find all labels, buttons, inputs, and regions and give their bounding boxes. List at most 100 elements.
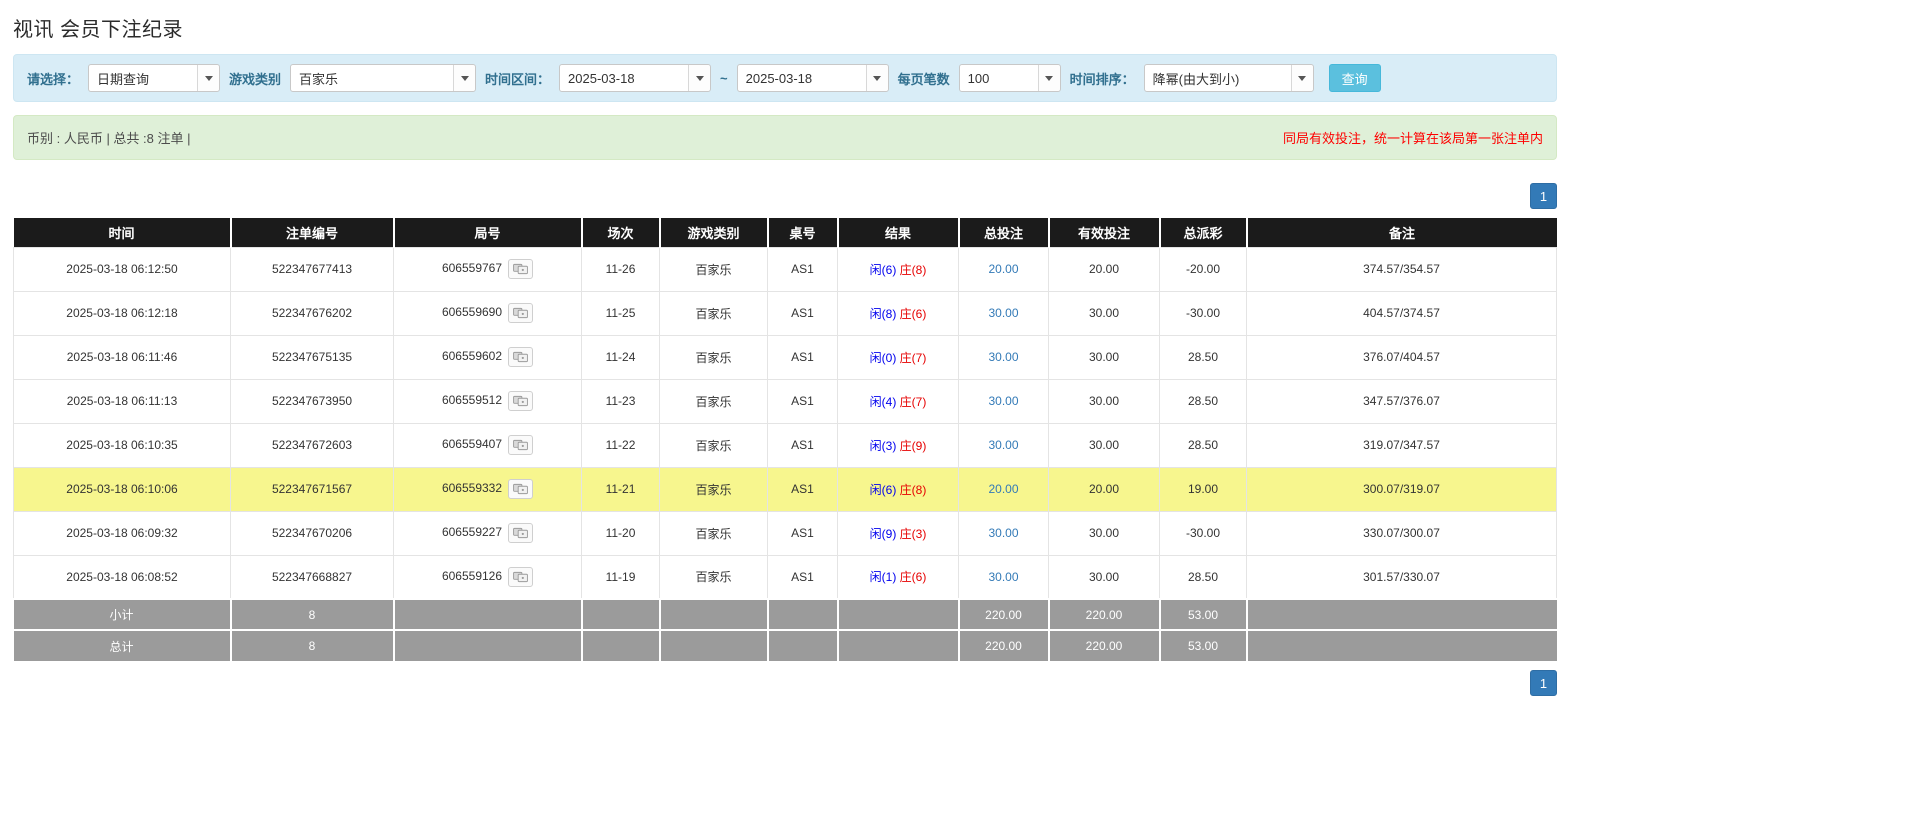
- total-bet-link[interactable]: 20.00: [988, 482, 1018, 496]
- round-id-text: 606559602: [441, 349, 503, 364]
- round-detail-button[interactable]: [508, 391, 534, 411]
- result-banker: 庄(8): [899, 262, 927, 277]
- summary-empty-cell: [581, 598, 661, 630]
- result-player: 闲(6): [869, 482, 897, 497]
- cell-result: 闲(6) 庄(8): [837, 246, 959, 292]
- summary-label: 总计: [13, 629, 232, 661]
- total-bet-link[interactable]: 30.00: [988, 570, 1018, 584]
- summary-valid-bet: 220.00: [1048, 598, 1161, 630]
- round-detail-button[interactable]: [508, 347, 534, 367]
- page-container: 视讯 会员下注纪录 请选择： 日期查询 游戏类别 百家乐 时间区间： 2025-…: [13, 13, 1557, 696]
- cell-game-type: 百家乐: [659, 422, 768, 468]
- summary-count: 8: [230, 598, 395, 630]
- cell-time: 2025-03-18 06:08:52: [13, 554, 231, 600]
- cell-round-id: 606559227: [393, 510, 582, 556]
- cell-result: 闲(3) 庄(9): [837, 422, 959, 468]
- cell-table-no: AS1: [767, 334, 838, 380]
- cell-game-type: 百家乐: [659, 246, 768, 292]
- table-row: 2025-03-18 06:11:13 522347673950 606559512…: [13, 378, 1557, 424]
- cell-result: 闲(6) 庄(8): [837, 466, 959, 512]
- bet-table-header-row: 时间 注单编号 局号 场次 游戏类别 桌号 结果 总投注 有效投注 总派彩 备注: [13, 218, 1557, 247]
- cell-total-bet: 30.00: [958, 554, 1049, 600]
- total-bet-link[interactable]: 30.00: [988, 394, 1018, 408]
- result-banker: 庄(7): [899, 350, 927, 365]
- summary-empty-cell: [659, 629, 769, 661]
- round-detail-button[interactable]: [508, 303, 534, 323]
- cell-result: 闲(9) 庄(3): [837, 510, 959, 556]
- game-type-select[interactable]: 百家乐: [290, 64, 477, 92]
- round-detail-button[interactable]: [508, 523, 534, 543]
- total-bet-link[interactable]: 30.00: [988, 438, 1018, 452]
- cell-time: 2025-03-18 06:11:46: [13, 334, 231, 380]
- date-from-value: 2025-03-18: [568, 70, 635, 86]
- cell-bet-id: 522347675135: [230, 334, 394, 380]
- total-bet-link[interactable]: 30.00: [988, 526, 1018, 540]
- date-from-select[interactable]: 2025-03-18: [559, 64, 712, 92]
- cards-icon: [513, 307, 528, 319]
- cell-session: 11-25: [581, 290, 660, 336]
- notice-text: 同局有效投注，统一计算在该局第一张注单内: [1282, 131, 1543, 146]
- page-1-button[interactable]: 1: [1530, 183, 1557, 209]
- game-type-label: 游戏类别: [229, 71, 282, 87]
- chevron-down-icon[interactable]: [197, 65, 220, 91]
- result-banker: 庄(9): [899, 438, 927, 453]
- cell-time: 2025-03-18 06:12:18: [13, 290, 231, 336]
- column-header: 游戏类别: [659, 218, 769, 247]
- round-id-text: 606559126: [441, 568, 503, 583]
- cell-bet-id: 522347670206: [230, 510, 394, 556]
- cell-valid-bet: 20.00: [1048, 246, 1160, 292]
- cell-game-type: 百家乐: [659, 334, 768, 380]
- result-banker: 庄(8): [899, 482, 927, 497]
- cell-remark: 347.57/376.07: [1246, 378, 1557, 424]
- summary-label: 小计: [13, 598, 232, 630]
- subtotal-row: 小计 8 220.00 220.00 53.00: [13, 598, 1557, 630]
- summary-empty-cell: [837, 598, 960, 630]
- cell-payout: -30.00: [1159, 290, 1247, 336]
- cell-table-no: AS1: [767, 290, 838, 336]
- cell-game-type: 百家乐: [659, 290, 768, 336]
- time-sort-select[interactable]: 降幂(由大到小): [1143, 64, 1314, 92]
- cell-payout: 19.00: [1159, 466, 1247, 512]
- cell-result: 闲(0) 庄(7): [837, 334, 959, 380]
- summary-empty-cell: [659, 598, 769, 630]
- chevron-down-icon[interactable]: [1037, 65, 1060, 91]
- summary-valid-bet: 220.00: [1048, 629, 1161, 661]
- cell-payout: 28.50: [1159, 378, 1247, 424]
- column-header: 总派彩: [1159, 218, 1248, 247]
- round-detail-button[interactable]: [508, 566, 534, 587]
- chevron-down-icon[interactable]: [688, 65, 711, 91]
- bet-table-foot: 小计 8 220.00 220.00 53.00 总计 8 220.00 220.00 53.00: [13, 598, 1557, 661]
- date-to-value: 2025-03-18: [745, 70, 813, 86]
- page-size-select[interactable]: 100: [958, 64, 1061, 92]
- search-button[interactable]: 查询: [1328, 64, 1381, 92]
- round-id-text: 606559512: [441, 393, 503, 408]
- column-header: 场次: [581, 218, 661, 247]
- cell-total-bet: 30.00: [958, 422, 1049, 468]
- round-id-text: 606559332: [441, 481, 503, 496]
- round-detail-button[interactable]: [508, 435, 534, 455]
- cell-table-no: AS1: [767, 510, 838, 556]
- cell-session: 11-21: [581, 466, 660, 512]
- chevron-down-icon[interactable]: [453, 65, 476, 91]
- total-bet-link[interactable]: 20.00: [988, 262, 1018, 276]
- chevron-down-icon[interactable]: [865, 65, 888, 91]
- chevron-down-icon[interactable]: [1290, 65, 1313, 91]
- round-id-text: 606559690: [441, 305, 503, 320]
- table-row: 2025-03-18 06:11:46 522347675135 606559602…: [13, 334, 1557, 380]
- round-detail-button[interactable]: [508, 479, 534, 499]
- cell-round-id: 606559332: [393, 466, 582, 512]
- cell-game-type: 百家乐: [659, 554, 768, 600]
- query-type-select[interactable]: 日期查询: [88, 64, 221, 92]
- cell-payout: 28.50: [1159, 422, 1247, 468]
- date-to-select[interactable]: 2025-03-18: [736, 64, 889, 92]
- query-type-value: 日期查询: [97, 71, 150, 87]
- round-id-text: 606559767: [441, 261, 503, 276]
- total-bet-link[interactable]: 30.00: [988, 350, 1018, 364]
- cell-round-id: 606559767: [393, 246, 582, 292]
- page-1-button[interactable]: 1: [1530, 670, 1557, 696]
- cell-session: 11-20: [581, 510, 660, 556]
- total-bet-link[interactable]: 30.00: [988, 306, 1018, 320]
- cell-time: 2025-03-18 06:11:13: [13, 378, 231, 424]
- round-detail-button[interactable]: [508, 259, 534, 279]
- summary-count: 8: [230, 629, 395, 661]
